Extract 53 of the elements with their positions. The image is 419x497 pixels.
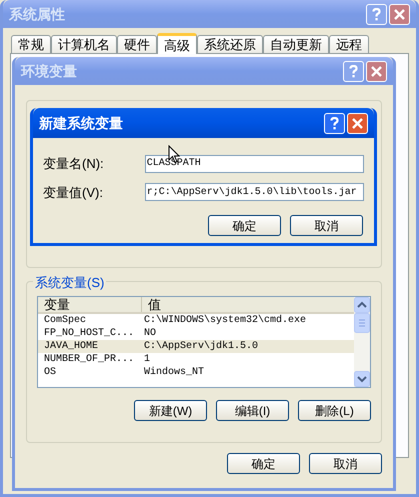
dialog-button[interactable]: 确定	[208, 215, 281, 236]
column-header[interactable]: 变量	[38, 297, 142, 312]
field-label: 变量值(V):	[43, 184, 104, 202]
input-field[interactable]: CLASSPATH	[144, 154, 364, 173]
dialog-button[interactable]: 编辑(I)	[216, 400, 289, 421]
close-button[interactable]	[347, 112, 368, 134]
variable-name: FP_NO_HOST_C...	[43, 327, 136, 340]
close-icon	[394, 8, 405, 20]
scroll-up-icon[interactable]	[354, 297, 370, 313]
tab[interactable]: 常规	[11, 35, 51, 53]
variable-name: NUMBER_OF_PR...	[43, 353, 136, 366]
tab[interactable]: 硬件	[117, 35, 157, 53]
variable-value: NO	[143, 327, 156, 340]
dialog-button[interactable]: 新建(W)	[134, 400, 207, 421]
variable-name: ComSpec	[43, 314, 88, 327]
tab[interactable]: 高级	[157, 33, 197, 54]
column-header[interactable]: 值	[142, 297, 354, 312]
variable-value: Windows_NT	[143, 366, 204, 379]
help-icon	[349, 64, 358, 78]
list-row[interactable]: NUMBER_OF_PR... 1	[38, 353, 354, 366]
window-title: 环境变量	[21, 62, 77, 80]
scroll-thumb-icon[interactable]	[354, 313, 370, 333]
tab[interactable]: 系统还原	[197, 35, 263, 53]
tab[interactable]: 计算机名	[51, 35, 117, 53]
scrollbar[interactable]	[354, 297, 370, 387]
dialog-button[interactable]: 删除(L)	[298, 400, 371, 421]
list-row[interactable]: FP_NO_HOST_C... NO	[38, 327, 354, 340]
field-label: 变量名(N):	[43, 155, 105, 173]
window-title: 系统属性	[9, 4, 65, 24]
dialog-button[interactable]: 确定	[227, 453, 300, 474]
tab[interactable]: 远程	[329, 35, 369, 53]
window-title: 新建系统变量	[39, 114, 123, 132]
scroll-down-icon[interactable]	[354, 371, 370, 387]
variable-value: C:\WINDOWS\system32\cmd.exe	[143, 314, 306, 327]
variable-name: OS	[43, 366, 58, 379]
group-label: 系统变量(S)	[33, 273, 106, 292]
input-field[interactable]: r;C:\AppServ\jdk1.5.0\lib\tools.jar	[144, 183, 364, 202]
variable-name: JAVA_HOME	[43, 340, 100, 353]
help-icon	[330, 116, 339, 130]
variable-value: C:\AppServ\jdk1.5.0	[143, 340, 258, 353]
help-button[interactable]	[324, 112, 345, 134]
list-row[interactable]: OS Windows_NT	[38, 366, 354, 379]
list-row[interactable]: ComSpec C:\WINDOWS\system32\cmd.exe	[38, 314, 354, 327]
help-icon	[372, 8, 381, 20]
dialog-button[interactable]: 取消	[290, 215, 363, 236]
tab[interactable]: 自动更新	[263, 35, 329, 53]
variable-value: 1	[143, 353, 150, 366]
close-icon	[371, 66, 382, 76]
close-button[interactable]	[389, 4, 410, 24]
close-button[interactable]	[366, 60, 387, 82]
close-icon	[352, 118, 363, 128]
list-row[interactable]: JAVA_HOME C:\AppServ\jdk1.5.0	[38, 340, 354, 353]
dialog-button[interactable]: 取消	[309, 453, 382, 474]
